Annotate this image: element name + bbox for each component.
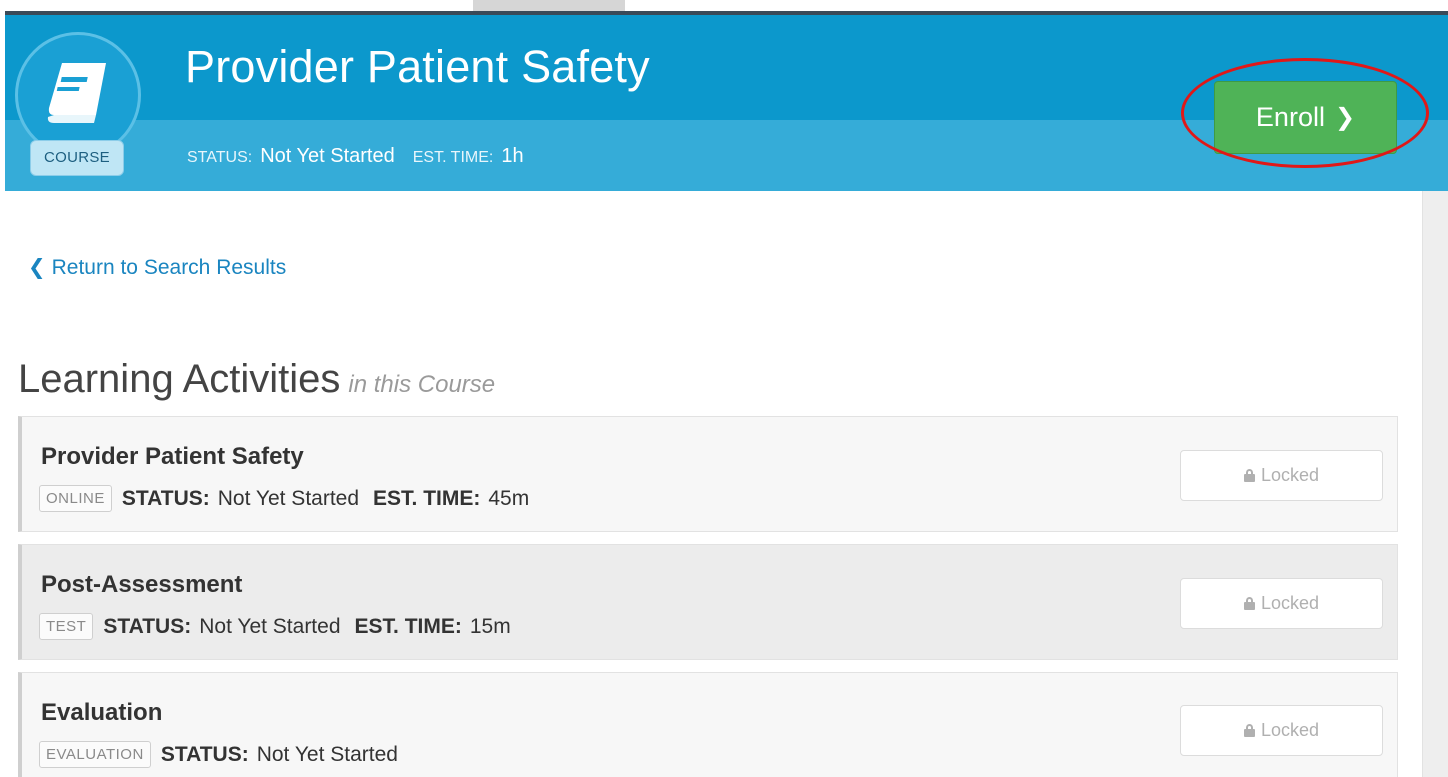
est-time-value: 1h — [501, 145, 524, 167]
course-title: Provider Patient Safety — [185, 41, 650, 92]
browser-top-strip — [0, 0, 1448, 11]
lock-icon — [1243, 597, 1255, 610]
activity-card: Post-Assessment TEST STATUS: Not Yet Sta… — [18, 544, 1398, 660]
activity-type-tag: EVALUATION — [39, 741, 151, 768]
enroll-button[interactable]: Enroll ❯ — [1214, 81, 1397, 154]
activity-name: Evaluation — [41, 699, 163, 726]
activity-meta: EVALUATION STATUS: Not Yet Started — [39, 741, 412, 768]
status-label: STATUS: — [187, 149, 253, 166]
chevron-left-icon: ❮ — [28, 256, 46, 279]
activity-meta: TEST STATUS: Not Yet Started EST. TIME: … — [39, 613, 525, 640]
activity-card: Evaluation EVALUATION STATUS: Not Yet St… — [18, 672, 1398, 777]
locked-label: Locked — [1260, 593, 1320, 613]
activity-status-value: Not Yet Started — [217, 486, 360, 510]
lock-icon — [1243, 724, 1255, 737]
activity-status-label: STATUS: — [121, 486, 210, 510]
locked-button[interactable]: Locked — [1180, 450, 1383, 501]
section-title: Learning Activities — [18, 357, 341, 401]
course-status-line: STATUS: Not Yet Started EST. TIME: 1h — [187, 145, 542, 168]
activity-status-value: Not Yet Started — [199, 614, 341, 638]
activity-time-value: 45m — [488, 486, 530, 510]
locked-label: Locked — [1260, 465, 1320, 485]
status-value: Not Yet Started — [260, 145, 395, 167]
section-heading: Learning Activities in this Course — [18, 357, 495, 402]
course-type-badge: COURSE — [30, 140, 124, 176]
activity-status-label: STATUS: — [103, 614, 192, 638]
book-icon — [47, 63, 106, 123]
activity-time-label: EST. TIME: — [354, 614, 462, 638]
return-link-label: Return to Search Results — [51, 256, 287, 279]
activity-card: Provider Patient Safety ONLINE STATUS: N… — [18, 416, 1398, 532]
activity-time-label: EST. TIME: — [373, 486, 481, 510]
lock-icon — [1243, 469, 1255, 482]
activity-status-value: Not Yet Started — [256, 742, 398, 766]
chevron-right-icon: ❯ — [1334, 104, 1356, 131]
return-to-search-link[interactable]: ❮ Return to Search Results — [28, 255, 286, 280]
est-time-label: EST. TIME: — [412, 149, 494, 166]
scrollbar[interactable] — [1422, 191, 1448, 777]
activity-status-label: STATUS: — [160, 742, 249, 766]
activity-time-value: 15m — [469, 614, 511, 638]
activity-type-tag: TEST — [39, 613, 94, 640]
locked-button[interactable]: Locked — [1180, 705, 1383, 756]
enroll-label: Enroll — [1255, 102, 1325, 132]
activity-name: Provider Patient Safety — [41, 443, 304, 470]
browser-tab[interactable] — [473, 0, 625, 11]
header-top-border — [5, 11, 1448, 15]
activity-name: Post-Assessment — [41, 571, 243, 598]
course-header: COURSE Provider Patient Safety STATUS: No… — [5, 11, 1448, 191]
section-subtitle: in this Course — [348, 371, 496, 398]
locked-button[interactable]: Locked — [1180, 578, 1383, 629]
locked-label: Locked — [1260, 720, 1320, 740]
activity-type-tag: ONLINE — [39, 485, 112, 512]
activity-meta: ONLINE STATUS: Not Yet Started EST. TIME… — [39, 485, 543, 512]
